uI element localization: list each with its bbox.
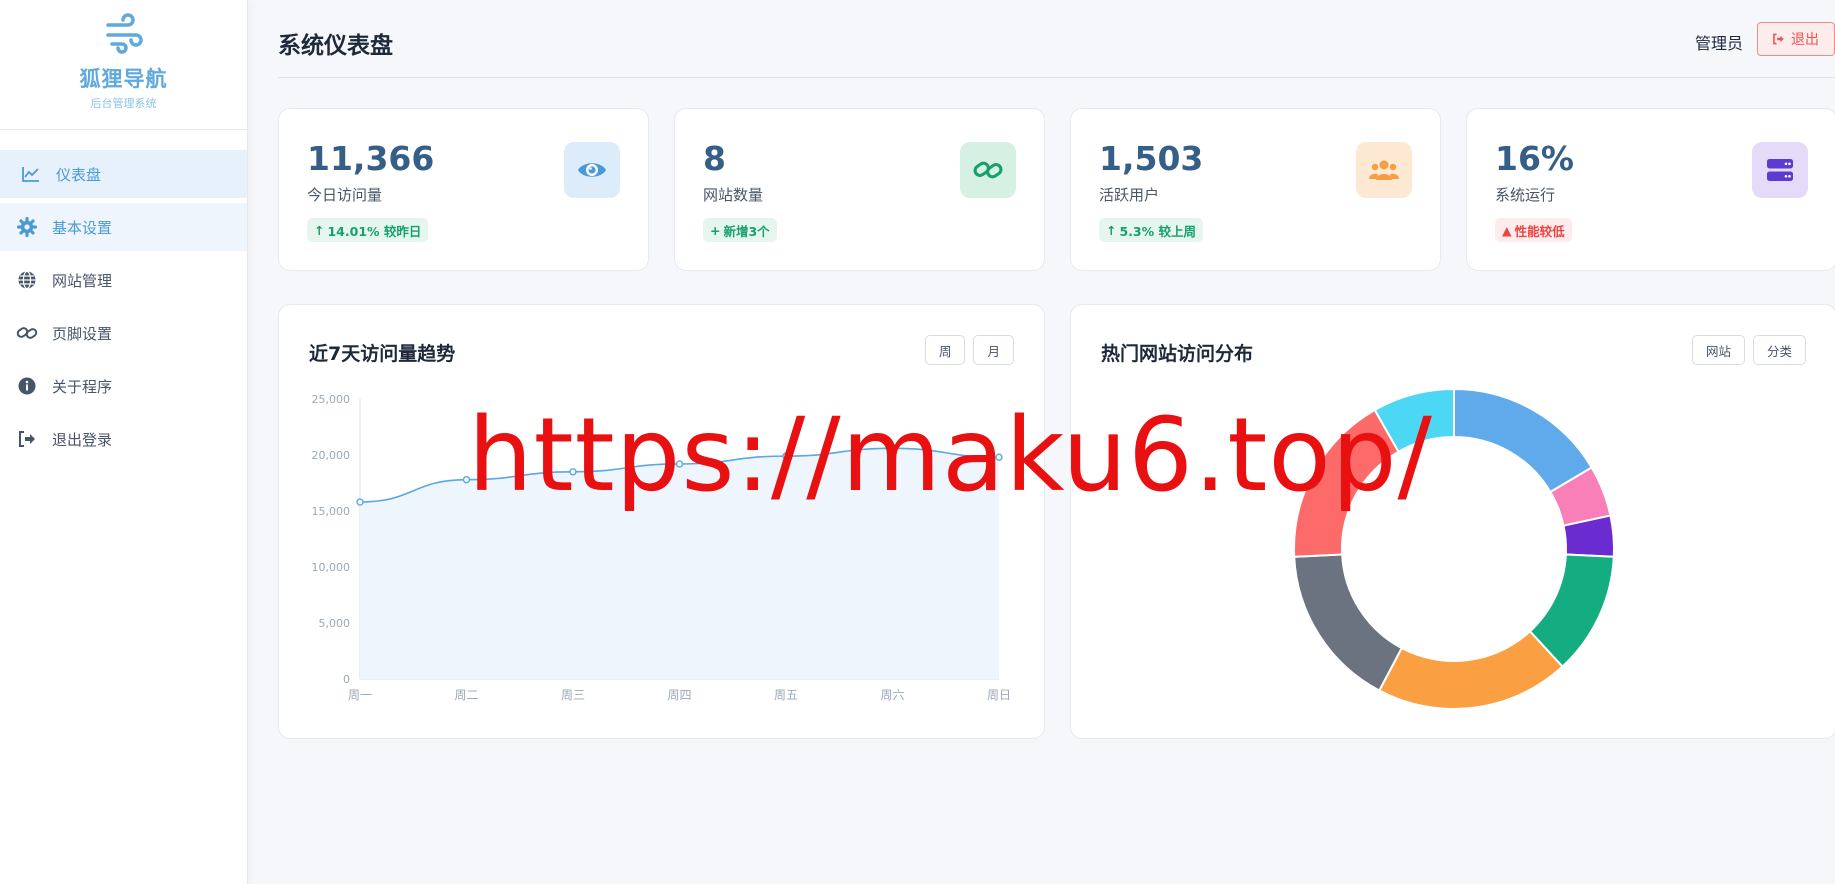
- stat-badge-text: 性能较低: [1514, 223, 1565, 239]
- stat-label: 今日访问量: [307, 186, 383, 204]
- sidebar-item-footer-settings[interactable]: 页脚设置: [0, 309, 247, 357]
- gear-icon: [16, 216, 38, 238]
- stat-value: 1,503: [1099, 139, 1204, 178]
- visits-chart-card: 近7天访问量趋势 周 月 0 5,000 10,000 15,000 20,000 25,…: [278, 304, 1045, 739]
- plus-icon: +: [710, 222, 721, 238]
- sidebar-item-label: 页脚设置: [52, 324, 113, 343]
- stat-badge: + 新增3个: [703, 218, 777, 242]
- stat-value: 8: [703, 139, 726, 178]
- donut-slice: [1293, 553, 1404, 692]
- stat-badge: ▲ 性能较低: [1495, 218, 1572, 242]
- sidebar-item-label: 关于程序: [52, 377, 113, 396]
- x-tick-label: 周二: [454, 688, 478, 702]
- chart-line-icon: [20, 163, 42, 185]
- visits-line-chart: 0 5,000 10,000 15,000 20,000 25,000 周一 周二 周三 周四 周五…: [312, 393, 1012, 702]
- y-tick-label: 10,000: [312, 561, 351, 574]
- y-tick-label: 15,000: [312, 505, 351, 518]
- sidebar-item-label: 退出登录: [52, 430, 113, 449]
- x-tick-label: 周日: [987, 688, 1011, 702]
- sidebar-nav: 仪表盘 基本设置 网站管理 页脚设置 关于程序 退出登录: [0, 130, 247, 463]
- y-tick-label: 5,000: [319, 617, 351, 630]
- stat-value: 16%: [1495, 139, 1574, 178]
- stat-badge-text: 14.01% 较昨日: [327, 223, 422, 239]
- link-icon: [960, 142, 1016, 198]
- stat-label: 活跃用户: [1099, 186, 1160, 204]
- logout-button[interactable]: 退出: [1757, 22, 1835, 56]
- sidebar-item-dashboard[interactable]: 仪表盘: [0, 150, 247, 198]
- sidebar: 狐狸导航 后台管理系统 仪表盘 基本设置 网站管理 页脚设置 关于程序 退出登录: [0, 0, 248, 884]
- sidebar-item-label: 网站管理: [52, 271, 113, 290]
- distribution-chart-card: 热门网站访问分布 网站 分类: [1070, 304, 1835, 739]
- x-tick-label: 周三: [561, 688, 585, 702]
- users-icon: [1356, 142, 1412, 198]
- globe-icon: [16, 269, 38, 291]
- stat-badge-text: 5.3% 较上周: [1119, 223, 1197, 239]
- stat-card-sites: 8 网站数量 + 新增3个: [674, 108, 1045, 271]
- sign-out-icon: [16, 428, 38, 450]
- wind-icon: [105, 12, 143, 54]
- x-tick-label: 周四: [667, 688, 691, 702]
- eye-icon: [564, 142, 620, 198]
- user-name: 管理员: [1694, 34, 1743, 53]
- sidebar-item-label: 仪表盘: [56, 165, 102, 184]
- stat-label: 网站数量: [703, 186, 764, 204]
- sidebar-item-logout[interactable]: 退出登录: [0, 415, 247, 463]
- server-icon: [1752, 142, 1808, 198]
- logout-label: 退出: [1791, 31, 1819, 47]
- watermark-text: https://maku6.top/: [468, 396, 1433, 515]
- arrow-up-icon: ↑: [1106, 222, 1117, 238]
- stat-card-system: 16% 系统运行 ▲ 性能较低: [1466, 108, 1835, 271]
- brand-subtitle: 后台管理系统: [90, 96, 157, 110]
- y-tick-label: 25,000: [312, 393, 351, 406]
- page-header: 系统仪表盘 管理员 退出: [278, 0, 1835, 78]
- distribution-donut-chart: [1293, 387, 1615, 710]
- donut-slice: [1377, 629, 1564, 710]
- warning-icon: ▲: [1502, 222, 1512, 238]
- info-icon: [16, 375, 38, 397]
- stat-value: 11,366: [307, 139, 435, 178]
- stat-badge-text: 新增3个: [723, 223, 770, 239]
- page-title: 系统仪表盘: [278, 33, 393, 59]
- brand-name: 狐狸导航: [79, 66, 168, 91]
- sidebar-item-label: 基本设置: [52, 218, 113, 237]
- stat-card-active-users: 1,503 活跃用户 ↑ 5.3% 较上周: [1070, 108, 1441, 271]
- stat-badge: ↑ 5.3% 较上周: [1099, 218, 1204, 242]
- stat-label: 系统运行: [1495, 186, 1556, 204]
- x-tick-label: 周一: [348, 688, 372, 702]
- link-icon: [16, 322, 38, 344]
- arrow-up-icon: ↑: [314, 222, 325, 238]
- sidebar-item-site-management[interactable]: 网站管理: [0, 256, 247, 304]
- y-tick-label: 20,000: [312, 449, 351, 462]
- x-tick-label: 周六: [880, 688, 904, 702]
- stat-badge: ↑ 14.01% 较昨日: [307, 218, 429, 242]
- sign-out-icon: [1773, 33, 1784, 45]
- data-point: [356, 498, 364, 506]
- stat-card-visits: 11,366 今日访问量 ↑ 14.01% 较昨日: [278, 108, 649, 271]
- brand: 狐狸导航 后台管理系统: [0, 0, 247, 130]
- sidebar-item-about[interactable]: 关于程序: [0, 362, 247, 410]
- y-tick-label: 0: [343, 673, 350, 686]
- x-tick-label: 周五: [774, 688, 798, 702]
- donut-slice: [1453, 387, 1594, 494]
- sidebar-item-basic-settings[interactable]: 基本设置: [0, 203, 247, 251]
